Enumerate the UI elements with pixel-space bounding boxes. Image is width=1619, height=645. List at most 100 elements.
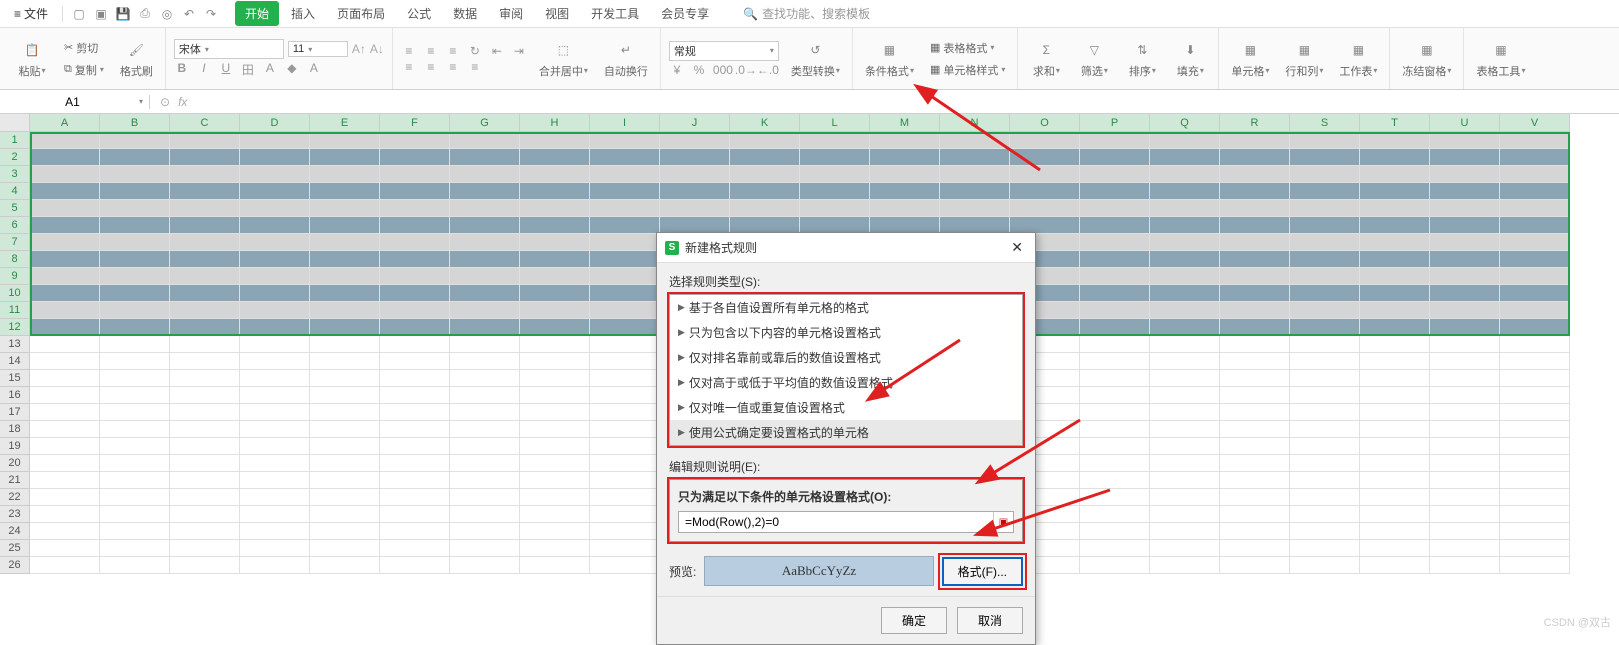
cell[interactable] (1360, 404, 1430, 421)
cell[interactable] (170, 353, 240, 370)
cell[interactable] (800, 200, 870, 217)
cell[interactable] (240, 506, 310, 523)
cell[interactable] (1290, 540, 1360, 557)
cell[interactable] (520, 217, 590, 234)
name-box[interactable]: ▾ (0, 95, 150, 109)
cell[interactable] (1220, 404, 1290, 421)
cell[interactable] (30, 200, 100, 217)
cell[interactable] (450, 183, 520, 200)
cell[interactable] (1150, 217, 1220, 234)
cell[interactable] (590, 557, 660, 574)
cell[interactable] (450, 557, 520, 574)
cell[interactable] (520, 506, 590, 523)
cell[interactable] (1290, 285, 1360, 302)
cell[interactable] (590, 438, 660, 455)
row-header[interactable]: 16 (0, 387, 30, 404)
col-header-R[interactable]: R (1220, 114, 1290, 132)
cell[interactable] (170, 217, 240, 234)
cell[interactable] (590, 540, 660, 557)
cell[interactable] (1220, 319, 1290, 336)
cell[interactable] (1360, 489, 1430, 506)
cell[interactable] (520, 302, 590, 319)
cell[interactable] (1430, 149, 1500, 166)
row-header[interactable]: 1 (0, 132, 30, 149)
cell[interactable] (240, 217, 310, 234)
cell[interactable] (380, 404, 450, 421)
cell[interactable] (1430, 557, 1500, 574)
cell[interactable] (1220, 132, 1290, 149)
indent-dec-icon[interactable]: ⇤ (489, 44, 505, 58)
cell[interactable] (310, 132, 380, 149)
row-header[interactable]: 24 (0, 523, 30, 540)
decrease-font-icon[interactable]: A↓ (370, 42, 384, 56)
justify-icon[interactable]: ≡ (467, 60, 483, 74)
cell[interactable] (1290, 149, 1360, 166)
cell[interactable] (1360, 336, 1430, 353)
cell[interactable] (100, 319, 170, 336)
col-header-S[interactable]: S (1290, 114, 1360, 132)
cell[interactable] (1430, 370, 1500, 387)
cell[interactable] (240, 183, 310, 200)
col-header-V[interactable]: V (1500, 114, 1570, 132)
orient-icon[interactable]: ↻ (467, 44, 483, 58)
type-convert-button[interactable]: ↺类型转换▾ (787, 37, 844, 81)
cell[interactable] (380, 285, 450, 302)
cell[interactable] (590, 523, 660, 540)
cell[interactable] (1150, 353, 1220, 370)
cell[interactable] (170, 285, 240, 302)
cell[interactable] (1080, 336, 1150, 353)
cell[interactable] (1500, 302, 1570, 319)
cell[interactable] (590, 506, 660, 523)
name-box-input[interactable] (6, 95, 139, 109)
cell[interactable] (170, 149, 240, 166)
cell[interactable] (380, 387, 450, 404)
cell[interactable] (100, 285, 170, 302)
cell[interactable] (310, 404, 380, 421)
cell[interactable] (1500, 285, 1570, 302)
cell[interactable] (450, 353, 520, 370)
cell[interactable] (660, 200, 730, 217)
cell[interactable] (310, 166, 380, 183)
cell[interactable] (1360, 557, 1430, 574)
cell[interactable] (450, 336, 520, 353)
cell[interactable] (30, 489, 100, 506)
cell[interactable] (1150, 438, 1220, 455)
cell[interactable] (1080, 132, 1150, 149)
cell[interactable] (450, 506, 520, 523)
cell[interactable] (30, 523, 100, 540)
rule-type-item[interactable]: ▶只为包含以下内容的单元格设置格式 (670, 320, 1022, 345)
cell[interactable] (240, 285, 310, 302)
cell[interactable] (1500, 132, 1570, 149)
cell[interactable] (310, 489, 380, 506)
cell[interactable] (380, 200, 450, 217)
cell[interactable] (660, 183, 730, 200)
cell[interactable] (1150, 523, 1220, 540)
cell[interactable] (1430, 438, 1500, 455)
sort-button[interactable]: ⇅排序▾ (1122, 37, 1162, 81)
cell[interactable] (1220, 370, 1290, 387)
cell[interactable] (1290, 251, 1360, 268)
cell[interactable] (1010, 166, 1080, 183)
cell[interactable] (1080, 268, 1150, 285)
cell[interactable] (30, 268, 100, 285)
cell[interactable] (1500, 234, 1570, 251)
cell[interactable] (30, 132, 100, 149)
cell[interactable] (1360, 370, 1430, 387)
cell[interactable] (30, 387, 100, 404)
cell[interactable] (380, 455, 450, 472)
cell[interactable] (380, 421, 450, 438)
cell[interactable] (590, 285, 660, 302)
cell[interactable] (1080, 285, 1150, 302)
tab-data[interactable]: 数据 (443, 1, 487, 26)
cell[interactable] (1290, 387, 1360, 404)
cell[interactable] (100, 132, 170, 149)
cell[interactable] (730, 149, 800, 166)
cell[interactable] (520, 200, 590, 217)
format-button[interactable]: 格式(F)... (942, 557, 1023, 586)
open-icon[interactable]: ▣ (93, 6, 109, 22)
search-box[interactable]: 🔍 查找功能、搜索模板 (743, 5, 870, 22)
cell[interactable] (1430, 336, 1500, 353)
cell[interactable] (1220, 472, 1290, 489)
cell[interactable] (380, 370, 450, 387)
cell[interactable] (30, 285, 100, 302)
